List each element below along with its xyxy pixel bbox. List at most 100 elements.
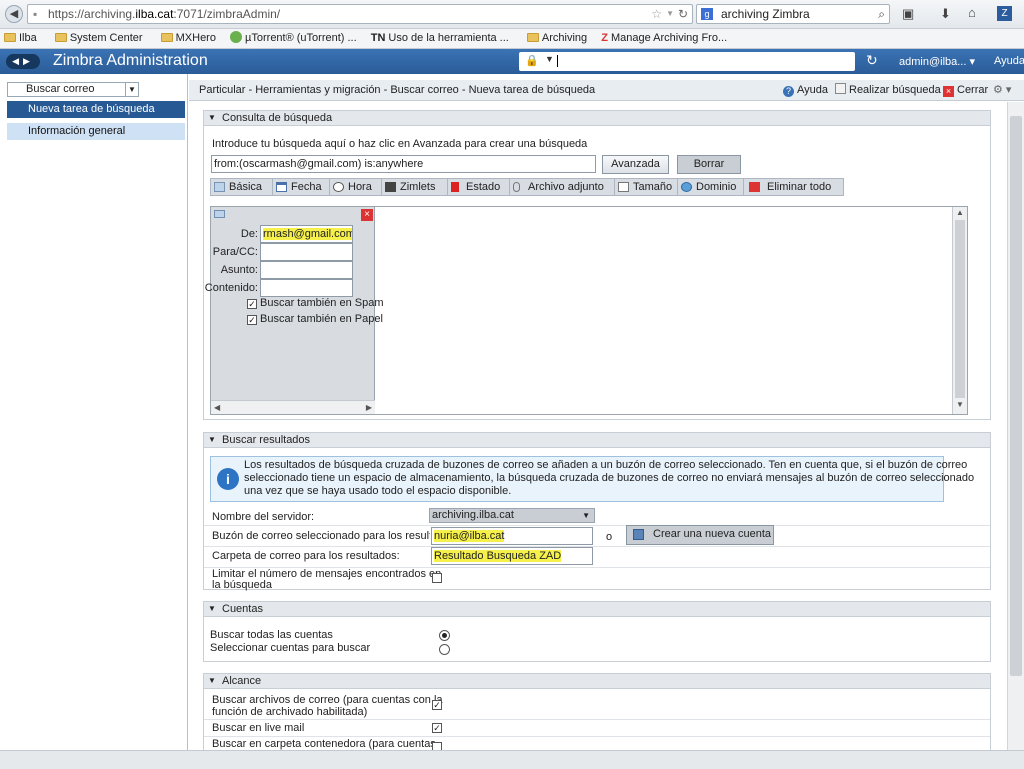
browser-toolbar: ◀ ▪ https://archiving.ilba.cat:7071/zimb… xyxy=(0,0,1024,29)
flag-icon xyxy=(451,182,459,192)
scroll-down-icon[interactable]: ▼ xyxy=(956,400,964,409)
spam-checkbox[interactable]: ✓ xyxy=(247,299,257,309)
folder-icon xyxy=(160,33,173,42)
all-accounts-radio[interactable] xyxy=(439,630,450,641)
left-navigation-panel xyxy=(0,74,188,769)
tab-hora[interactable]: Hora xyxy=(330,179,382,195)
from-input[interactable]: rmash@gmail.com xyxy=(260,225,353,243)
criteria-horizontal-scrollbar[interactable]: ◀ ▶ xyxy=(211,400,375,414)
address-bar[interactable]: ▪ https://archiving.ilba.cat:7071/zimbra… xyxy=(27,4,693,24)
query-builder-area: × De: rmash@gmail.com Para/CC: Asunto: C… xyxy=(205,206,968,415)
select-accounts-radio[interactable] xyxy=(439,644,450,655)
tab-zimlets[interactable]: Zimlets xyxy=(382,179,448,195)
bookmark-ilba[interactable]: Ilba xyxy=(0,32,37,44)
utorrent-icon xyxy=(230,31,243,43)
info-box: i Los resultados de búsqueda cruzada de … xyxy=(210,456,974,502)
browser-search-input[interactable]: g archiving Zimbra ⌕ xyxy=(696,4,890,24)
folder-icon xyxy=(526,33,539,42)
admin-user-menu[interactable]: admin@ilba... ▾ xyxy=(899,55,975,68)
zimbra-extension-icon[interactable]: Z xyxy=(997,6,1012,21)
chevron-down-icon[interactable]: ▼ xyxy=(582,509,590,522)
info-text-line-1: Los resultados de búsqueda cruzada de bu… xyxy=(244,459,968,471)
app-title: Zimbra Administration xyxy=(53,52,208,69)
chevron-down-icon[interactable]: ▼ xyxy=(125,83,138,96)
breadcrumb: Particular - Herramientas y migración - … xyxy=(199,84,596,96)
history-nav-buttons[interactable]: ◀▶ xyxy=(6,54,40,69)
scrollbar-thumb[interactable] xyxy=(1010,116,1022,676)
mailbox-input[interactable]: nuria@ilba.cat xyxy=(431,527,593,545)
tab-basica[interactable]: Básica xyxy=(211,179,273,195)
limit-checkbox[interactable] xyxy=(432,573,442,583)
query-section: Introduce tu búsqueda aquí o haz clic en… xyxy=(203,126,991,420)
clock-icon xyxy=(333,182,344,192)
search-query-input[interactable]: from:(oscarmash@gmail.com) is:anywhere xyxy=(211,155,596,173)
sidebar-item-nueva-tarea[interactable]: Nueva tarea de búsqueda xyxy=(7,101,185,118)
criteria-vertical-scrollbar[interactable]: ▲ ▼ xyxy=(952,207,967,414)
subject-input[interactable] xyxy=(260,261,353,279)
zoho-icon: Z xyxy=(601,32,608,44)
container-checkbox[interactable] xyxy=(432,742,442,750)
or-text: o xyxy=(606,531,613,543)
home-icon[interactable]: ⌂ xyxy=(968,5,976,20)
scrollbar-thumb[interactable] xyxy=(955,220,965,398)
advanced-button[interactable]: Avanzada xyxy=(602,155,669,174)
tab-tamano[interactable]: Tamaño xyxy=(615,179,678,195)
search-scope-icon[interactable]: 🔒 xyxy=(525,54,539,67)
scroll-right-icon[interactable]: ▶ xyxy=(366,401,372,414)
run-search-button[interactable]: Realizar búsqueda xyxy=(835,80,941,100)
all-accounts-label: Buscar todas las cuentas xyxy=(210,629,333,641)
dropdown-icon[interactable]: ▼ xyxy=(666,5,674,23)
remove-all-button[interactable]: Eliminar todo xyxy=(744,179,844,195)
refresh-icon[interactable]: ↻ xyxy=(866,52,878,69)
download-icon[interactable]: ⬇ xyxy=(940,6,951,22)
bookmark-mxhero[interactable]: MXHero xyxy=(157,32,216,44)
bookmark-uso-herramienta[interactable]: TN Uso de la herramienta ... xyxy=(371,32,509,44)
trash-checkbox[interactable]: ✓ xyxy=(247,315,257,325)
bookmark-manage-archiving[interactable]: Z Manage Archiving Fro... xyxy=(601,32,727,44)
archive-checkbox[interactable]: ✓ xyxy=(432,700,442,710)
close-button[interactable]: × Cerrar xyxy=(943,80,988,100)
bookmark-archiving[interactable]: Archiving xyxy=(523,32,587,44)
global-search-input[interactable]: 🔒 ▼ xyxy=(519,52,855,71)
chevron-down-icon[interactable]: ▼ xyxy=(545,54,554,64)
sidebar-item-informacion-general[interactable]: Información general xyxy=(7,123,185,140)
settings-menu-icon[interactable]: ⚙ ▾ xyxy=(993,80,1011,100)
magnifier-icon[interactable]: ⌕ xyxy=(878,5,885,23)
bookmark-system-center[interactable]: System Center xyxy=(51,32,143,44)
subject-label: Asunto: xyxy=(220,264,258,276)
accounts-section-header[interactable]: Cuentas xyxy=(203,601,991,617)
page-vertical-scrollbar[interactable] xyxy=(1007,102,1024,750)
tab-archivo-adjunto[interactable]: Archivo adjunto xyxy=(510,179,615,195)
live-mail-checkbox[interactable]: ✓ xyxy=(432,723,442,733)
scope-section-header[interactable]: Alcance xyxy=(203,673,991,689)
scroll-up-icon[interactable]: ▲ xyxy=(956,208,964,217)
help-button[interactable]: ? Ayuda xyxy=(783,80,828,100)
bookmark-utorrent[interactable]: µTorrent® (uTorrent) ... xyxy=(230,31,357,44)
delete-icon xyxy=(749,182,760,192)
help-icon: ? xyxy=(783,86,794,97)
results-section-header[interactable]: Buscar resultados xyxy=(203,432,991,448)
server-select[interactable]: archiving.ilba.cat ▼ xyxy=(429,508,595,523)
tab-dominio[interactable]: Dominio xyxy=(678,179,744,195)
bottom-status-bar xyxy=(0,750,1024,769)
star-icon[interactable]: ☆ xyxy=(651,5,662,23)
clear-button[interactable]: Borrar xyxy=(677,155,741,174)
header-help-link[interactable]: Ayuda xyxy=(994,55,1024,67)
scroll-left-icon[interactable]: ◀ xyxy=(214,401,220,414)
archive-label-line-2: función de archivado habilitada) xyxy=(212,706,368,718)
to-input[interactable] xyxy=(260,243,353,261)
back-icon[interactable]: ◀ xyxy=(5,5,23,23)
content-input[interactable] xyxy=(260,279,353,297)
folder-input[interactable]: Resultado Busqueda ZAD xyxy=(431,547,593,565)
menu-icon[interactable]: ▣ xyxy=(902,6,914,22)
tab-estado[interactable]: Estado xyxy=(448,179,510,195)
text-cursor xyxy=(557,55,558,67)
search-type-dropdown[interactable]: Buscar correo ▼ xyxy=(7,82,139,97)
size-icon xyxy=(618,182,629,192)
close-panel-icon[interactable]: × xyxy=(361,209,373,221)
tab-fecha[interactable]: Fecha xyxy=(273,179,330,195)
paperclip-icon xyxy=(513,182,520,192)
reload-icon[interactable]: ↻ xyxy=(678,5,688,23)
create-account-button[interactable]: Crear una nueva cuenta xyxy=(626,525,774,545)
query-section-header[interactable]: Consulta de búsqueda xyxy=(203,110,991,126)
